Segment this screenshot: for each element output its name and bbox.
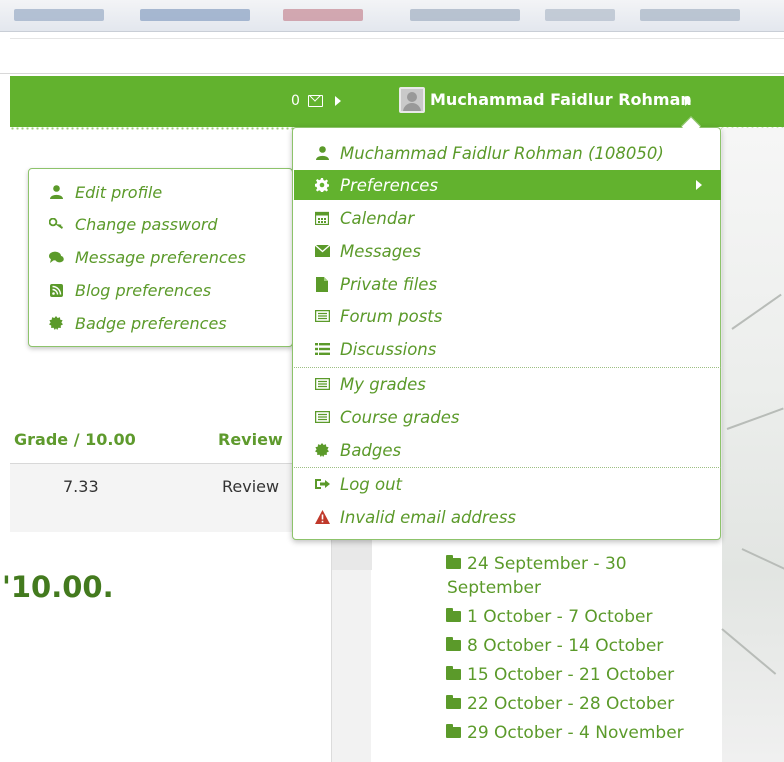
table-icon: [314, 378, 330, 390]
top-navbar: 0 Muchammad Faidlur Rohman: [10, 76, 784, 130]
message-count[interactable]: 0: [291, 93, 300, 109]
badge-icon: [314, 443, 330, 457]
gear-icon: [314, 178, 330, 192]
taskbar-tab[interactable]: [14, 9, 104, 21]
table-icon: [314, 411, 330, 423]
week-link[interactable]: 1 October - 7 October: [446, 607, 652, 627]
preferences-submenu: Edit profile Change password Message pre…: [28, 168, 293, 347]
week-link[interactable]: 8 October - 14 October: [446, 636, 663, 656]
menu-item-discussions[interactable]: Discussions: [294, 334, 721, 364]
logout-icon: [314, 478, 330, 490]
menu-item-my-grades[interactable]: My grades: [294, 369, 721, 399]
week-link[interactable]: 15 October - 21 October: [446, 665, 674, 685]
folder-icon: [446, 695, 461, 709]
list-icon: [314, 310, 330, 322]
menu-item-invalid-email[interactable]: Invalid email address: [294, 502, 721, 532]
review-link[interactable]: Review: [222, 477, 279, 496]
file-icon: [314, 276, 330, 292]
table-row: [10, 464, 295, 532]
submenu-edit-profile[interactable]: Edit profile: [48, 181, 162, 203]
week-list: 24 September - 30 September 1 October - …: [372, 530, 720, 762]
chevron-right-icon: [696, 180, 702, 190]
taskbar-tab[interactable]: [410, 9, 520, 21]
menu-divider: [294, 367, 721, 368]
week-link[interactable]: 22 October - 28 October: [446, 694, 674, 714]
chat-icon: [48, 251, 64, 264]
taskbar-tab[interactable]: [140, 9, 250, 21]
menu-item-badges[interactable]: Badges: [294, 435, 721, 465]
menu-item-forum-posts[interactable]: Forum posts: [294, 301, 721, 331]
key-icon: [48, 218, 64, 230]
warning-icon: [314, 510, 330, 524]
chevron-right-icon[interactable]: [335, 96, 341, 106]
submenu-message-preferences[interactable]: Message preferences: [48, 246, 246, 268]
menu-item-private-files[interactable]: Private files: [294, 269, 721, 299]
calendar-icon: [314, 211, 330, 225]
sidebar-column: [331, 530, 372, 762]
folder-icon: [446, 608, 461, 622]
user-dropdown-menu: Muchammad Faidlur Rohman (108050) Prefer…: [292, 116, 721, 540]
chevron-right-icon[interactable]: [685, 96, 691, 106]
week-link[interactable]: 29 October - 4 November: [446, 723, 684, 743]
rss-icon: [48, 283, 64, 297]
menu-item-course-grades[interactable]: Course grades: [294, 402, 721, 432]
user-icon: [48, 185, 64, 199]
menu-divider: [294, 467, 721, 468]
envelope-icon[interactable]: [308, 95, 323, 107]
folder-icon: [446, 666, 461, 680]
background-photo: [721, 128, 784, 762]
browser-toolbar: [0, 32, 784, 74]
folder-icon: [446, 555, 461, 569]
week-link-continued[interactable]: September: [447, 578, 541, 598]
menu-item-log-out[interactable]: Log out: [294, 469, 721, 499]
list-icon: [314, 343, 330, 355]
user-menu-toggle[interactable]: Muchammad Faidlur Rohman: [430, 90, 692, 109]
badge-icon: [48, 316, 64, 330]
menu-item-messages[interactable]: Messages: [294, 236, 721, 266]
review-column-header: Review: [218, 430, 283, 449]
taskbar-tab[interactable]: [640, 9, 740, 21]
grade-value: 7.33: [63, 477, 99, 496]
menu-item-profile[interactable]: Muchammad Faidlur Rohman (108050): [294, 138, 721, 168]
avatar[interactable]: [399, 87, 425, 113]
os-taskbar: [0, 0, 784, 32]
grade-summary: '10.00.: [2, 570, 114, 604]
menu-item-preferences[interactable]: Preferences: [294, 170, 721, 200]
submenu-change-password[interactable]: Change password: [48, 213, 218, 235]
submenu-badge-preferences[interactable]: Badge preferences: [48, 312, 227, 334]
menu-item-calendar[interactable]: Calendar: [294, 203, 721, 233]
user-icon: [314, 146, 330, 160]
grade-column-header: Grade / 10.00: [14, 430, 136, 449]
taskbar-tab[interactable]: [283, 9, 363, 21]
week-link[interactable]: 24 September - 30: [446, 554, 627, 574]
taskbar-tab[interactable]: [545, 9, 615, 21]
submenu-blog-preferences[interactable]: Blog preferences: [48, 279, 211, 301]
folder-icon: [446, 637, 461, 651]
envelope-icon: [314, 245, 330, 257]
folder-icon: [446, 724, 461, 738]
